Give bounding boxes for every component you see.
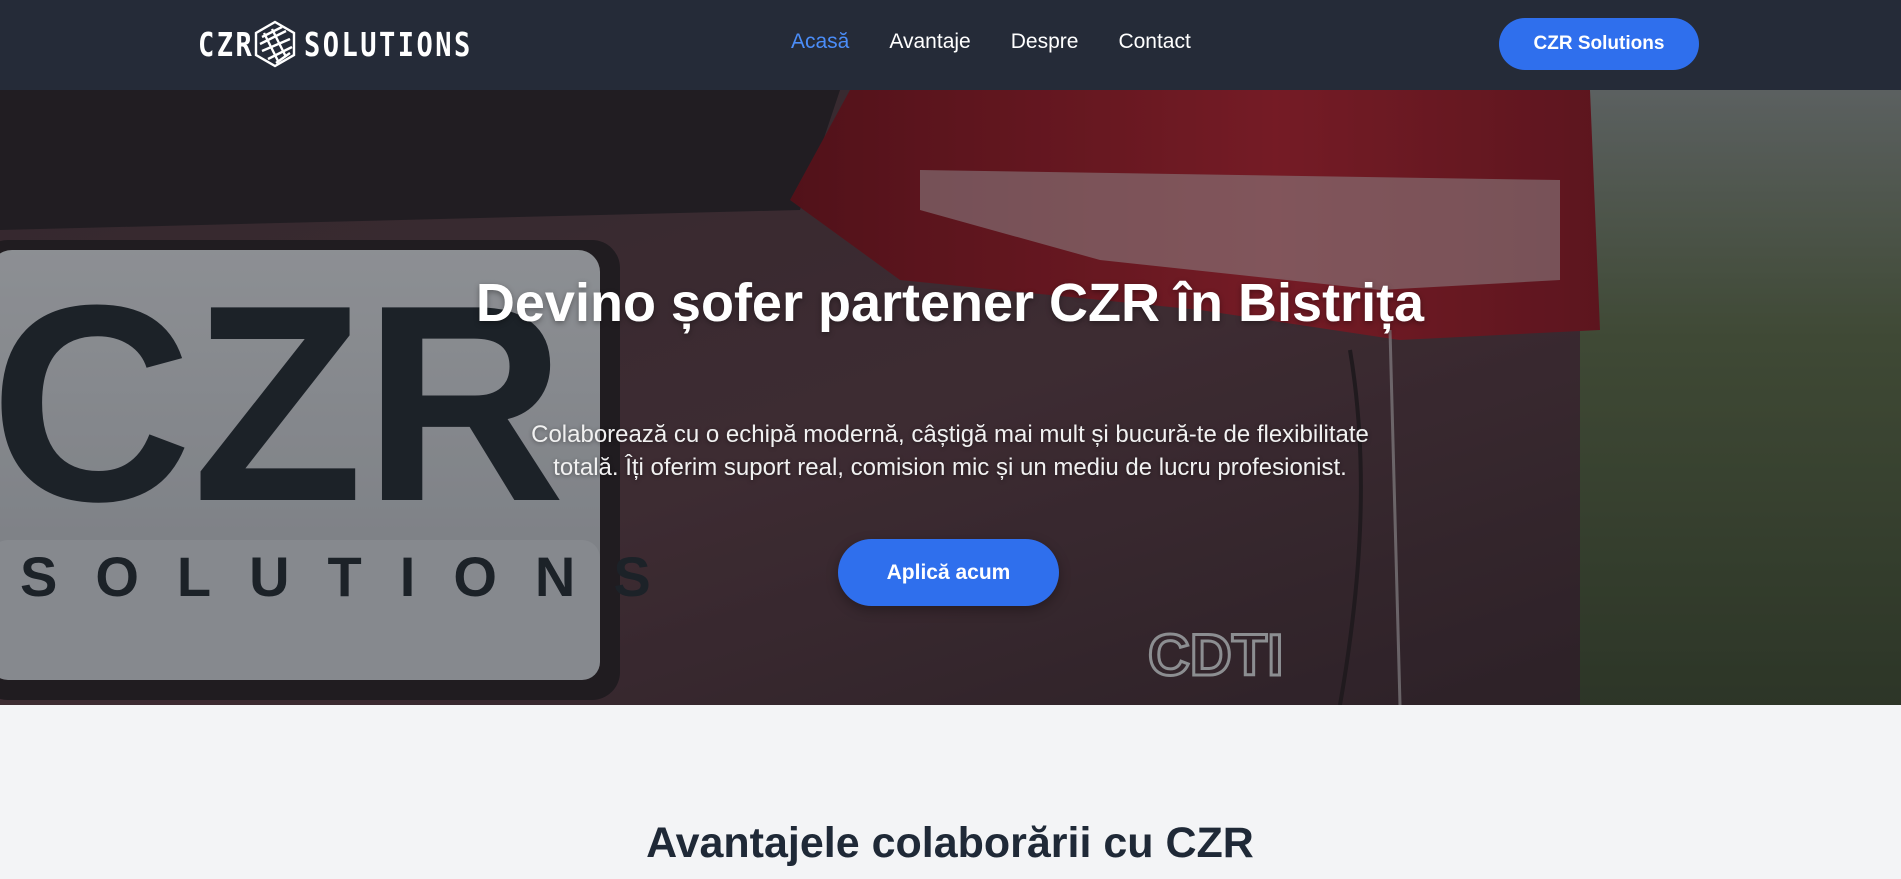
hexagon-swirl-icon	[254, 20, 296, 68]
logo-text-left: CZR	[198, 24, 255, 64]
nav-link-avantaje[interactable]: Avantaje	[889, 30, 970, 54]
hero-title: Devino șofer partener CZR în Bistrița	[475, 273, 1425, 333]
hero-subtitle: Colaborează cu o echipă modernă, câștigă…	[531, 421, 1369, 481]
hero-overlay	[0, 90, 1901, 705]
advantages-section: Avantajele colaborării cu CZR	[0, 705, 1901, 879]
hero-section: CZR SOLUTIONS CDTI Devino șofer partener…	[0, 90, 1901, 705]
czr-solutions-button[interactable]: CZR Solutions	[1499, 18, 1699, 70]
apply-now-button[interactable]: Aplică acum	[838, 539, 1059, 606]
brand-logo[interactable]: CZR SOLUTIONS	[198, 19, 510, 69]
nav-link-despre[interactable]: Despre	[1011, 30, 1079, 54]
main-nav: Acasă Avantaje Despre Contact	[791, 30, 1191, 54]
nav-link-contact[interactable]: Contact	[1118, 30, 1190, 54]
advantages-title: Avantajele colaborării cu CZR	[646, 819, 1254, 867]
nav-link-acasa[interactable]: Acasă	[791, 30, 849, 54]
top-navbar: CZR SOLUTIONS Acasă Avantaje Despre Cont…	[0, 0, 1901, 90]
logo-text-right: SOLUTIONS	[304, 24, 473, 64]
